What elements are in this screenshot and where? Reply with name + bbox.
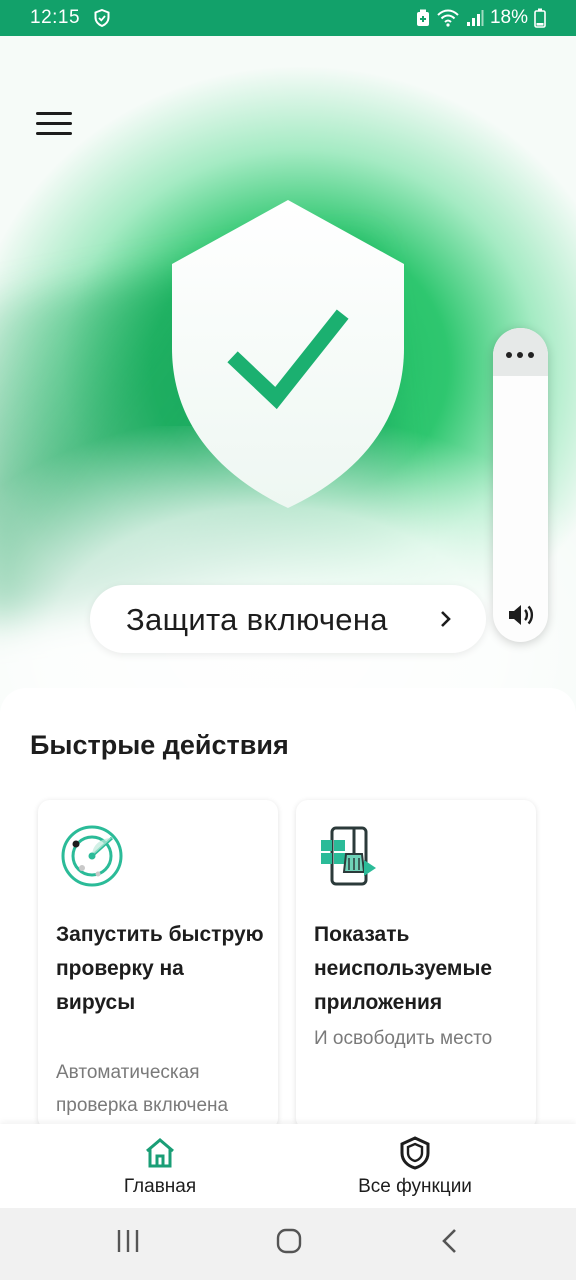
nav-home-label: Главная (123, 1176, 197, 1197)
unused-apps-title: Показать неиспользуемые приложения (314, 923, 493, 1014)
system-nav-bar (0, 1208, 576, 1280)
chevron-right-icon (441, 611, 451, 627)
quick-actions-title: Быстрые действия (30, 730, 289, 760)
status-icons: 18% (416, 7, 546, 29)
quick-scan-title: Запустить быструю проверку на вирусы (56, 923, 264, 1014)
clean-apps-icon (321, 826, 376, 886)
nav-all-label: Все функции (358, 1176, 472, 1197)
status-time: 12:15 (30, 7, 81, 28)
menu-icon-line (36, 122, 72, 125)
battery-saver-icon (416, 9, 429, 26)
bottom-nav: Главная Все функции (0, 1124, 576, 1208)
quick-scan-subtitle: Автоматическая проверка включена (56, 1062, 229, 1116)
back-button[interactable] (440, 1228, 460, 1254)
battery-icon (534, 8, 546, 28)
quick-scan-card[interactable]: Запустить быструю проверку на вирусы Авт… (38, 800, 278, 1130)
wifi-icon (437, 9, 459, 27)
shield-status-icon (94, 9, 110, 27)
nav-home[interactable]: Главная (100, 1124, 220, 1208)
menu-icon-line (36, 112, 72, 115)
recent-apps-button[interactable] (116, 1228, 140, 1254)
menu-button[interactable] (36, 112, 72, 142)
nav-all-features[interactable]: Все функции (335, 1124, 495, 1208)
volume-more-button[interactable] (493, 328, 548, 376)
battery-percent: 18% (489, 7, 528, 28)
signal-icon (466, 10, 484, 26)
home-button[interactable] (276, 1228, 302, 1254)
unused-apps-card[interactable]: Показать неиспользуемые приложения И осв… (296, 800, 536, 1130)
shield-check-icon (172, 200, 404, 508)
home-icon (146, 1138, 174, 1168)
status-bar: 12:15 18% (0, 0, 576, 36)
menu-icon-line (36, 132, 72, 135)
volume-panel[interactable] (493, 328, 548, 642)
unused-apps-subtitle: И освободить место (314, 1028, 493, 1049)
radar-icon (61, 825, 123, 887)
quick-actions-section: Быстрые действия Запустить быструю прове… (0, 688, 576, 1130)
volume-icon[interactable] (507, 602, 535, 628)
protection-status-label: Защита включена (126, 602, 388, 637)
protection-status-button[interactable]: Защита включена (90, 585, 486, 653)
shield-icon (400, 1136, 430, 1170)
